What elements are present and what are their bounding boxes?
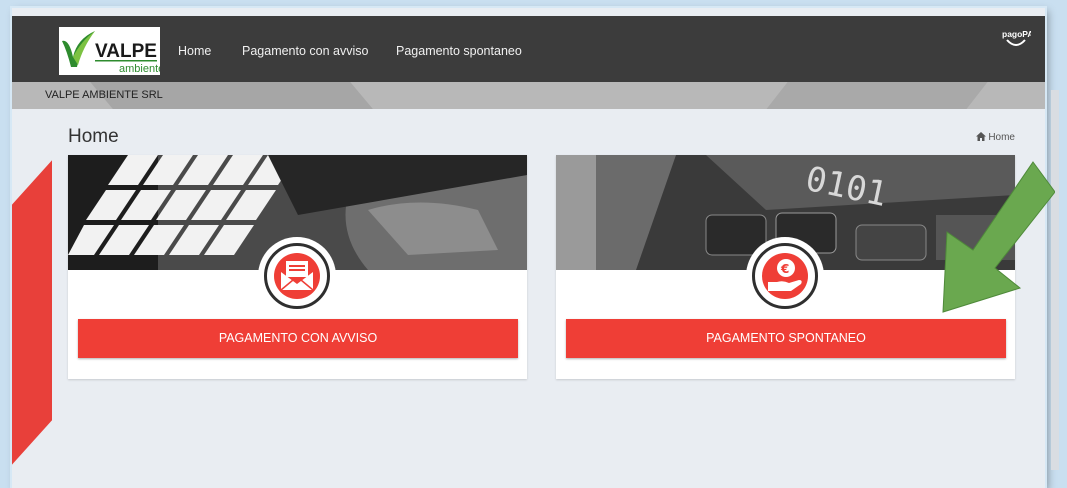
page-title: Home — [68, 126, 119, 147]
card-pagamento-con-avviso: PAGAMENTO CON AVVISO — [68, 155, 527, 379]
company-name: VALPE AMBIENTE SRL — [45, 89, 163, 101]
svg-text:€: € — [780, 262, 789, 276]
svg-text:ambiente: ambiente — [119, 63, 160, 75]
valpe-logo[interactable]: VALPE ambiente — [59, 27, 160, 75]
breadcrumb[interactable]: Home — [976, 132, 1015, 143]
nav-pagamento-spontaneo[interactable]: Pagamento spontaneo — [396, 44, 522, 58]
euro-hand-icon: € — [762, 253, 808, 299]
envelope-icon-circle — [258, 237, 336, 315]
browser-frame: VALPE ambiente Home Pagamento con avviso… — [12, 8, 1045, 488]
company-bar: VALPE AMBIENTE SRL — [12, 82, 1045, 109]
nav-pagamento-con-avviso[interactable]: Pagamento con avviso — [242, 44, 368, 58]
svg-text:VALPE: VALPE — [95, 41, 157, 62]
pagamento-spontaneo-button[interactable]: PAGAMENTO SPONTANEO — [566, 319, 1006, 358]
pagamento-con-avviso-button[interactable]: PAGAMENTO CON AVVISO — [78, 319, 518, 358]
green-arrow-annotation — [942, 161, 1055, 313]
pagopa-logo: pagoPA — [1001, 28, 1033, 50]
decorative-red-shape — [12, 160, 52, 488]
svg-text:pagoPA: pagoPA — [1002, 29, 1031, 39]
decorative-stripe — [748, 82, 996, 109]
breadcrumb-home[interactable]: Home — [988, 132, 1015, 143]
home-icon — [976, 132, 987, 141]
nav-home[interactable]: Home — [178, 44, 211, 58]
valpe-logo-graphic: VALPE ambiente — [62, 31, 160, 75]
envelope-icon — [274, 253, 320, 299]
top-navbar: VALPE ambiente Home Pagamento con avviso… — [12, 16, 1045, 82]
euro-hand-icon-circle: € — [746, 237, 824, 315]
